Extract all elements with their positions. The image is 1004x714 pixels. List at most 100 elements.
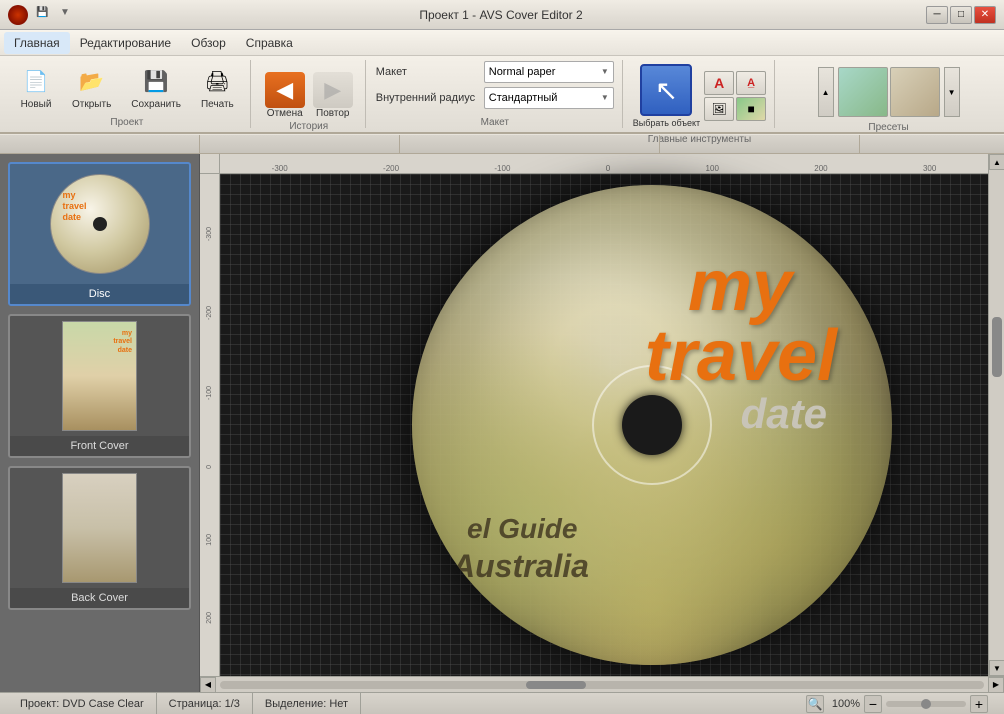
toolbar-presets-section: ▲ ▼ Пресеты xyxy=(777,60,1000,128)
redo-label: Повтор xyxy=(313,108,353,119)
radius-select[interactable]: Стандартный ▼ xyxy=(484,87,614,109)
menu-item-home[interactable]: Главная xyxy=(4,32,70,54)
undo-button[interactable]: ◀ xyxy=(265,72,305,108)
save-button[interactable]: 💾 Сохранить xyxy=(123,61,189,114)
vertical-scrollbar[interactable]: ▲ ▼ xyxy=(988,154,1004,676)
history-labels: Отмена Повтор xyxy=(265,108,353,119)
small-tools-col: A A̲ 🖼 ■ xyxy=(704,71,766,121)
layout-row: Макет Normal paper ▼ xyxy=(376,61,614,83)
canvas-area[interactable]: -300 -200 -100 0 100 200 300 -300 -200 -… xyxy=(200,154,988,676)
presets-scroll-up[interactable]: ▲ xyxy=(818,67,834,117)
disc-guide-text: el Guide xyxy=(467,513,577,545)
disc-thumbnail: mytraveldate xyxy=(50,174,150,274)
disc-text-travel: travel xyxy=(645,315,837,397)
project-buttons: 📄 Новый 📂 Открыть 💾 Сохранить 🖨 Печать xyxy=(12,60,242,115)
toolbar-project-section: 📄 Новый 📂 Открыть 💾 Сохранить 🖨 Печать П… xyxy=(4,60,251,128)
open-icon: 📂 xyxy=(76,65,108,97)
zoom-slider-thumb[interactable] xyxy=(921,699,931,709)
layout-value: Normal paper xyxy=(489,66,556,78)
disc-text-date: date xyxy=(741,390,827,438)
presets-scroll-down[interactable]: ▼ xyxy=(944,67,960,117)
print-label: Печать xyxy=(201,99,234,110)
ruler-mark-n100: -100 xyxy=(494,164,510,173)
layout-select[interactable]: Normal paper ▼ xyxy=(484,61,614,83)
radius-dropdown-arrow: ▼ xyxy=(601,93,609,102)
text-tool-button2[interactable]: A̲ xyxy=(736,71,766,95)
back-cover-thumbnail xyxy=(62,473,137,583)
front-cover-label: Front Cover xyxy=(10,436,189,456)
app-icon xyxy=(8,5,28,25)
image-tool-button2[interactable]: ■ xyxy=(736,97,766,121)
menu-item-edit[interactable]: Редактирование xyxy=(70,32,181,54)
maket-section-label: Макет xyxy=(376,117,614,128)
select-object-label: Выбрать объект xyxy=(633,118,700,128)
menu-item-help[interactable]: Справка xyxy=(236,32,303,54)
ruler-left-100: 100 xyxy=(206,534,213,546)
new-label: Новый xyxy=(21,99,52,110)
text-tool-button[interactable]: A xyxy=(704,71,734,95)
disc-australia-text: Australia xyxy=(452,548,589,585)
zoom-minus-button[interactable]: − xyxy=(864,695,882,713)
print-button[interactable]: 🖨 Печать xyxy=(193,61,242,114)
layout-dropdown-arrow: ▼ xyxy=(601,67,609,76)
toolbar-history-section: ◀ ▶ Отмена Повтор История xyxy=(253,60,366,128)
canvas-wrapper: -300 -200 -100 0 100 200 300 -300 -200 -… xyxy=(200,154,1004,692)
image-tool-button[interactable]: 🖼 xyxy=(704,97,734,121)
status-bar: Проект: DVD Case Clear Страница: 1/3 Выд… xyxy=(0,692,1004,714)
presets-row1 xyxy=(838,67,940,117)
back-cover-label: Back Cover xyxy=(10,588,189,608)
zoom-percent: 100% xyxy=(828,698,860,710)
quick-save-icon[interactable]: 💾 xyxy=(36,7,52,23)
scroll-down-arrow[interactable]: ▼ xyxy=(989,660,1004,676)
ruler-mark-200: 200 xyxy=(814,164,827,173)
presets-scroll-area: ▲ ▼ xyxy=(818,64,960,120)
canvas-grid: my travel date el Guide Australia xyxy=(220,174,988,676)
new-button[interactable]: 📄 Новый xyxy=(12,61,60,114)
close-button[interactable]: ✕ xyxy=(974,6,996,24)
ruler-left-200: 200 xyxy=(206,612,213,624)
undo-label: Отмена xyxy=(265,108,305,119)
ruler-left-n100: -100 xyxy=(206,386,213,400)
window-controls: ─ □ ✕ xyxy=(926,6,996,24)
panel-item-back-cover[interactable]: Back Cover xyxy=(8,466,191,610)
menu-icon[interactable]: ▼ xyxy=(60,7,76,23)
presets-section-label: Пресеты xyxy=(868,120,908,133)
scroll-up-arrow[interactable]: ▲ xyxy=(989,154,1004,170)
v-scrollbar-thumb[interactable] xyxy=(992,317,1002,377)
text-tools-row: A A̲ xyxy=(704,71,766,95)
title-bar: 💾 ▼ Проект 1 - AVS Cover Editor 2 ─ □ ✕ xyxy=(0,0,1004,30)
horizontal-scrollbar[interactable]: ◀ ▶ xyxy=(200,676,1004,692)
disc-thumb-text: mytraveldate xyxy=(63,190,87,222)
panel-item-disc[interactable]: mytraveldate Disc xyxy=(8,162,191,306)
preset-item-1[interactable] xyxy=(838,67,888,117)
zoom-plus-button[interactable]: + xyxy=(970,695,988,713)
scroll-left-arrow[interactable]: ◀ xyxy=(200,677,216,693)
maximize-button[interactable]: □ xyxy=(950,6,972,24)
history-arrows: ◀ ▶ xyxy=(265,72,353,108)
menu-item-review[interactable]: Обзор xyxy=(181,32,236,54)
select-object-button[interactable]: ↖ xyxy=(640,64,692,116)
back-cover-thumb-container xyxy=(10,468,189,588)
section-label-spacer xyxy=(0,135,200,153)
canvas-disc[interactable]: my travel date el Guide Australia xyxy=(412,185,892,665)
section-label-tools2 xyxy=(660,135,860,153)
panel-item-front-cover[interactable]: mytraveldate Front Cover xyxy=(8,314,191,458)
zoom-search-button[interactable]: 🔍 xyxy=(806,695,824,713)
h-scrollbar-track xyxy=(220,681,984,689)
ruler-mark-n300: -300 xyxy=(272,164,288,173)
image-tools-row: 🖼 ■ xyxy=(704,97,766,121)
preset-item-2[interactable] xyxy=(890,67,940,117)
ruler-corner xyxy=(200,154,220,174)
minimize-button[interactable]: ─ xyxy=(926,6,948,24)
scroll-right-arrow[interactable]: ▶ xyxy=(988,677,1004,693)
open-button[interactable]: 📂 Открыть xyxy=(64,61,119,114)
disc-hole xyxy=(622,395,682,455)
toolbar-maket-section: Макет Normal paper ▼ Внутренний радиус С… xyxy=(368,60,623,128)
zoom-slider[interactable] xyxy=(886,701,966,707)
status-page: Страница: 1/3 xyxy=(157,693,253,714)
left-panel: mytraveldate Disc mytraveldate Front Cov… xyxy=(0,154,200,692)
h-scrollbar-thumb[interactable] xyxy=(526,681,586,689)
ruler-left: -300 -200 -100 0 100 200 xyxy=(200,174,220,676)
section-label-maket2 xyxy=(400,135,660,153)
redo-button[interactable]: ▶ xyxy=(313,72,353,108)
